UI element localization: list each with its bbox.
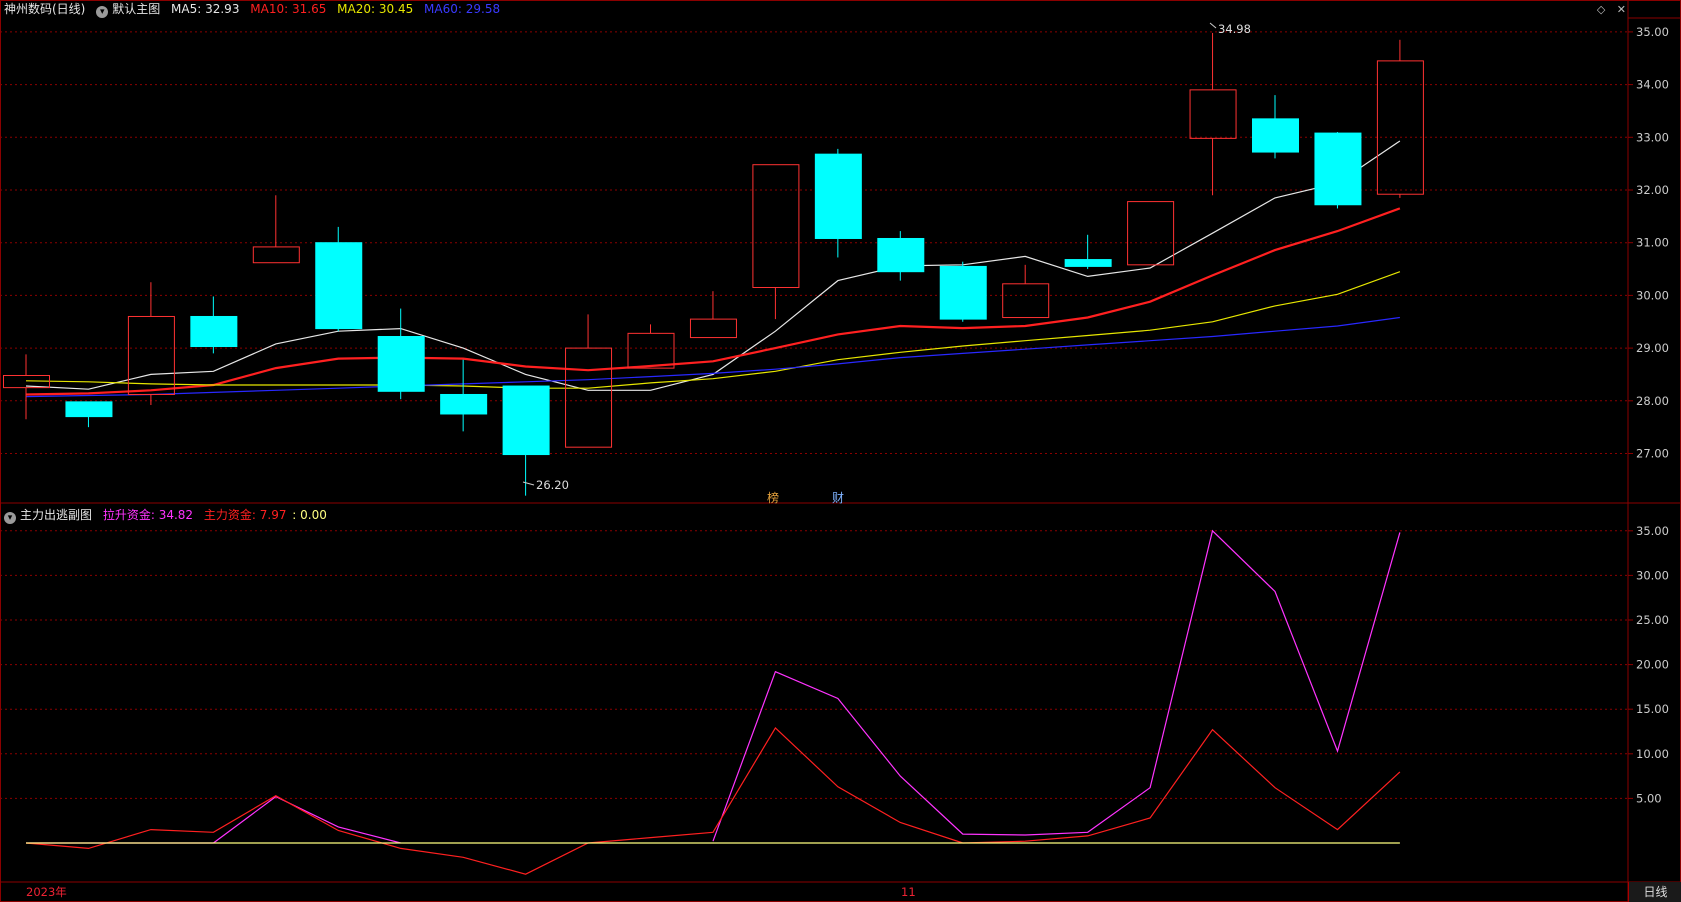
candle-body-bull bbox=[1127, 201, 1175, 266]
candlestick-series[interactable] bbox=[3, 32, 1424, 496]
template-dropdown[interactable]: ▾ 默认主图 bbox=[96, 2, 161, 18]
price-tick-label: 33.00 bbox=[1636, 130, 1669, 144]
candle-body-bear bbox=[440, 393, 488, 415]
window-controls: ◇ ✕ bbox=[1589, 3, 1626, 16]
moving-average-lines bbox=[25, 140, 1401, 398]
chart-frame bbox=[0, 0, 1681, 902]
close-icon[interactable]: ✕ bbox=[1617, 3, 1626, 16]
ma60-value: MA60: 29.58 bbox=[424, 2, 501, 16]
candle-body-bull bbox=[1376, 60, 1424, 195]
candle-body-bull bbox=[689, 318, 737, 339]
ma5-value: MA5: 32.93 bbox=[171, 2, 240, 16]
chevron-down-icon: ▾ bbox=[4, 512, 16, 524]
candle-body-bull bbox=[565, 347, 613, 448]
x-axis-year-label: 2023年 bbox=[26, 885, 67, 899]
candle-body-bear bbox=[502, 385, 550, 456]
sub-grid bbox=[0, 530, 1628, 799]
price-tick-label: 27.00 bbox=[1636, 447, 1669, 461]
rank-mark[interactable]: 榜 bbox=[767, 490, 779, 505]
high-marker-line bbox=[1209, 22, 1217, 29]
candle-body-bear bbox=[939, 265, 987, 320]
zero-line-value: : 0.00 bbox=[292, 508, 327, 522]
outer-border bbox=[0, 0, 1681, 902]
period-button[interactable]: 日线 bbox=[1628, 882, 1681, 902]
indicator-tick-label: 25.00 bbox=[1636, 613, 1669, 627]
indicator-tick-label: 10.00 bbox=[1636, 747, 1669, 761]
price-tick-label: 30.00 bbox=[1636, 288, 1669, 302]
lashing-fund-line bbox=[26, 795, 401, 844]
ma-line-ma5 bbox=[25, 140, 1401, 391]
indicator-tick-label: 20.00 bbox=[1636, 658, 1669, 672]
candle-body-bear bbox=[315, 242, 363, 330]
template-label: 默认主图 bbox=[112, 2, 161, 16]
chart-stage[interactable]: 27.00 28.00 29.00 30.00 31.00 32.00 33.00 34.00… bbox=[0, 0, 1681, 902]
candle-body-bull bbox=[627, 332, 675, 369]
high-price-label: 34.98 bbox=[1218, 22, 1251, 36]
candle-body-bull bbox=[752, 164, 800, 288]
candle-body-bear bbox=[65, 401, 113, 418]
price-tick-label: 31.00 bbox=[1636, 236, 1669, 250]
low-price-label: 26.20 bbox=[536, 478, 569, 492]
lashing-fund-value: 拉升资金: 34.82 bbox=[102, 508, 194, 522]
candle-body-bear bbox=[1064, 259, 1112, 267]
price-tick-label: 35.00 bbox=[1636, 25, 1669, 39]
price-axis: 27.00 28.00 29.00 30.00 31.00 32.00 33.00 34.00… bbox=[1628, 25, 1669, 461]
price-tick-label: 34.00 bbox=[1636, 78, 1669, 92]
indicator-lines bbox=[25, 529, 1401, 875]
diamond-icon[interactable]: ◇ bbox=[1597, 3, 1605, 16]
main-chart-header: 神州数码(日线) ▾ 默认主图 MA5: 32.93 MA10: 31.65 MA… bbox=[4, 1, 507, 18]
indicator-tick-label: 15.00 bbox=[1636, 702, 1669, 716]
candle-body-bear bbox=[877, 237, 925, 273]
main-fund-value: 主力资金: 7.97 bbox=[203, 508, 287, 522]
indicator-name: 主力出逃副图 bbox=[20, 508, 93, 522]
low-marker-line bbox=[522, 481, 535, 486]
indicator-axis: 5.00 10.00 15.00 20.00 25.00 30.00 35.00 bbox=[1628, 524, 1669, 805]
stock-title[interactable]: 神州数码(日线) bbox=[4, 2, 85, 16]
main-fund-line bbox=[25, 726, 1401, 875]
sub-chart-header: ▾ 主力出逃副图 拉升资金: 34.82 主力资金: 7.97 : 0.00 bbox=[4, 507, 334, 524]
indicator-dropdown[interactable]: ▾ 主力出逃副图 bbox=[4, 508, 93, 524]
candle-body-bull bbox=[252, 246, 300, 264]
candle-body-bull bbox=[1002, 283, 1050, 319]
price-tick-label: 32.00 bbox=[1636, 183, 1669, 197]
candle-body-bull bbox=[1189, 89, 1237, 139]
ma20-value: MA20: 30.45 bbox=[337, 2, 414, 16]
lashing-fund-line bbox=[712, 529, 1401, 842]
indicator-tick-label: 30.00 bbox=[1636, 568, 1669, 582]
ma10-value: MA10: 31.65 bbox=[250, 2, 327, 16]
indicator-tick-label: 35.00 bbox=[1636, 524, 1669, 538]
candle-body-bear bbox=[814, 153, 862, 239]
candle-body-bear bbox=[377, 336, 425, 392]
candle-body-bear bbox=[1314, 132, 1362, 206]
candle-body-bear bbox=[1252, 118, 1299, 153]
main-grid bbox=[0, 31, 1628, 454]
finance-mark[interactable]: 财 bbox=[832, 491, 844, 505]
chevron-down-icon: ▾ bbox=[96, 6, 109, 18]
price-tick-label: 29.00 bbox=[1636, 341, 1669, 355]
x-axis-month-label: 11 bbox=[901, 885, 916, 899]
indicator-tick-label: 5.00 bbox=[1636, 791, 1662, 805]
candle-body-bear bbox=[190, 315, 238, 348]
price-tick-label: 28.00 bbox=[1636, 394, 1669, 408]
